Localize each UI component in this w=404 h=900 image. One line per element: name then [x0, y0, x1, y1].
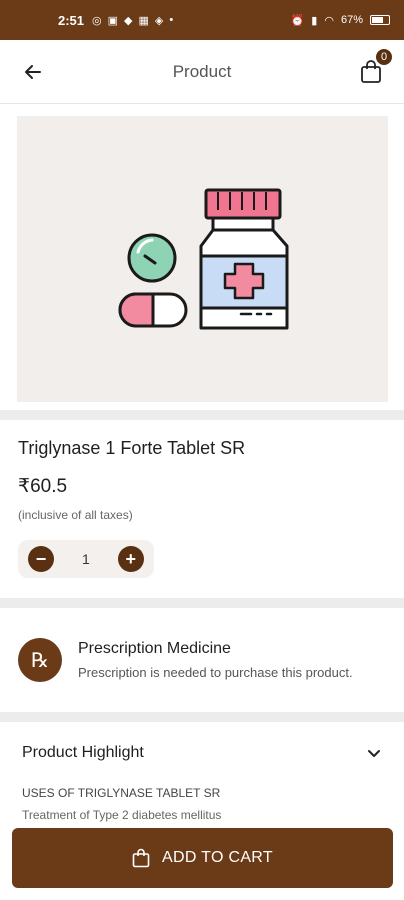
signal-icon: ▮: [311, 14, 318, 27]
medicine-illustration: [118, 188, 289, 330]
status-bar: 2:51 ◎ ▣ ◆ ▦ ◈ • ⏰ ▮ ◠ 67%: [0, 0, 404, 40]
add-to-cart-button[interactable]: ADD TO CART: [12, 828, 393, 888]
alarm-icon: ⏰: [290, 14, 305, 27]
prescription-text: Prescription Medicine Prescription is ne…: [78, 640, 353, 681]
product-image: [17, 116, 388, 402]
uses-text: Treatment of Type 2 diabetes mellitus: [22, 808, 222, 822]
chevron-down-icon: [368, 750, 380, 757]
product-highlight-title: Product Highlight: [22, 744, 144, 761]
prescription-notice: ℞ Prescription Medicine Prescription is …: [0, 608, 404, 712]
cart-button[interactable]: 0: [356, 46, 394, 87]
shopping-bag-icon: [132, 848, 150, 868]
dot-icon: •: [169, 14, 174, 26]
product-image-card: [0, 104, 404, 410]
quantity-stepper: − 1 +: [18, 540, 154, 578]
battery-percent: 67%: [340, 14, 363, 26]
quantity-value: 1: [82, 551, 90, 567]
status-time: 2:51: [58, 12, 85, 28]
prescription-rx-icon: ℞: [18, 638, 62, 682]
app-icon: ▦: [138, 14, 149, 27]
notification-icons: ◎ ▣ ◆ ▦ ◈ •: [92, 14, 291, 27]
wifi-icon: ◠: [324, 14, 334, 27]
product-info: Triglynase 1 Forte Tablet SR ₹60.5 (incl…: [0, 420, 404, 598]
back-button[interactable]: [18, 57, 48, 87]
product-name: Triglynase 1 Forte Tablet SR: [18, 438, 246, 458]
page-title: Product: [172, 61, 232, 81]
snapchat-icon: ◆: [124, 14, 133, 27]
prescription-title: Prescription Medicine: [78, 639, 231, 657]
back-arrow-icon: [25, 64, 41, 79]
whatsapp-icon: ◎: [92, 14, 102, 27]
add-to-cart-label: ADD TO CART: [162, 849, 273, 866]
increment-button[interactable]: +: [117, 546, 144, 572]
system-icons: ⏰ ▮ ◠ 67%: [291, 14, 390, 27]
cart-count-badge: 0: [374, 46, 394, 67]
prescription-description: Prescription is needed to purchase this …: [78, 664, 353, 680]
product-highlight-toggle[interactable]: Product Highlight: [22, 744, 382, 762]
shield-icon: ◈: [154, 14, 164, 27]
product-price: ₹60.5: [18, 476, 68, 497]
app-bar: Product 0: [0, 40, 404, 104]
message-icon: ▣: [107, 14, 119, 27]
uses-heading: USES OF TRIGLYNASE TABLET SR: [22, 786, 221, 800]
battery-icon: [370, 15, 390, 25]
decrement-button[interactable]: −: [28, 546, 54, 572]
tax-note: (inclusive of all taxes): [18, 508, 133, 522]
